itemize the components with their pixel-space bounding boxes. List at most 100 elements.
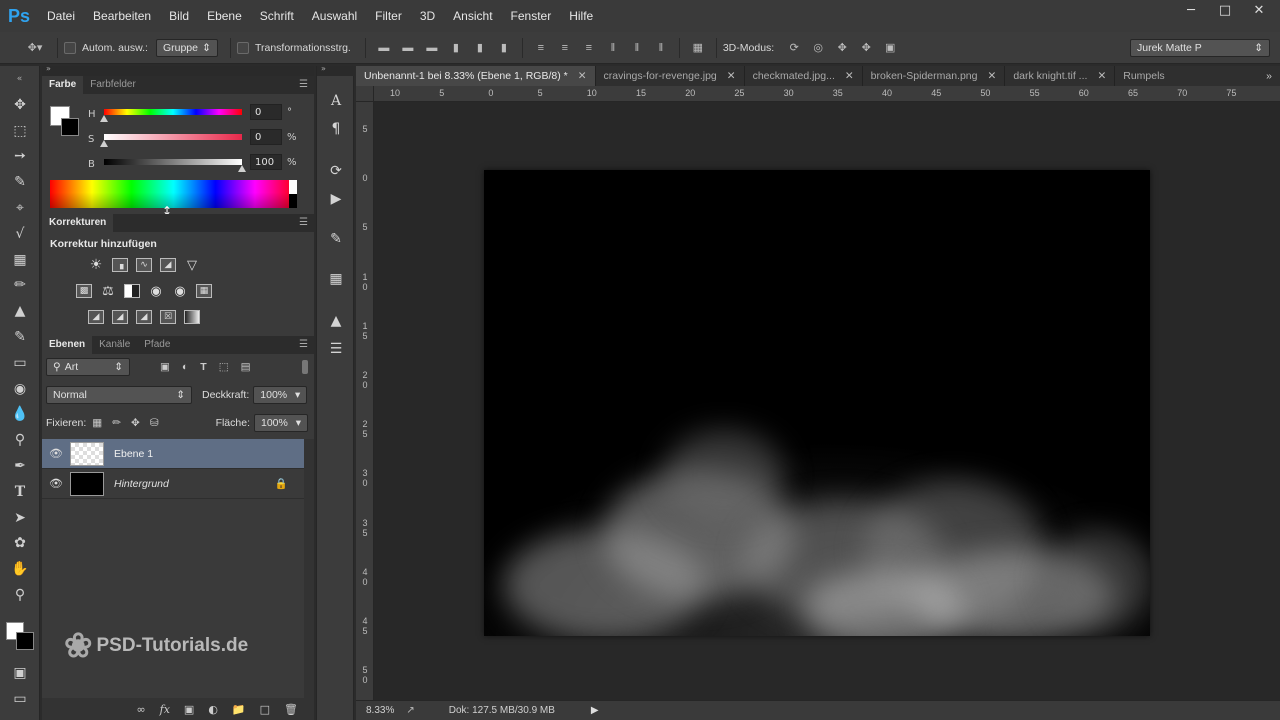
- layer-row[interactable]: 👁 Hintergrund 🔒: [42, 469, 304, 499]
- filter-pixel-icon[interactable]: ▣: [160, 361, 170, 373]
- brush-presets-icon[interactable]: ✎: [317, 226, 355, 252]
- menu-bearbeiten[interactable]: Bearbeiten: [84, 9, 160, 23]
- clone-stamp-tool-icon[interactable]: ▲: [0, 298, 40, 324]
- maximize-icon[interactable]: □: [1208, 0, 1242, 20]
- distribute-top-icon[interactable]: ≡: [532, 40, 550, 56]
- vibrance-icon[interactable]: ▽: [184, 258, 200, 273]
- vertical-ruler[interactable]: 505101520253035404550: [356, 102, 374, 700]
- link-layers-icon[interactable]: ∞: [136, 703, 145, 716]
- eyedropper-tool-icon[interactable]: √: [0, 221, 40, 247]
- tab-korrekturen[interactable]: Korrekturen: [42, 214, 114, 232]
- close-tab-icon[interactable]: ✕: [727, 70, 736, 82]
- document-canvas[interactable]: [484, 170, 1150, 636]
- color-panel-background[interactable]: [61, 118, 79, 136]
- distribute-hcenter-icon[interactable]: ‖: [628, 40, 646, 56]
- tab-farbe[interactable]: Farbe: [42, 76, 84, 94]
- doc-tab[interactable]: checkmated.jpg... ✕: [745, 66, 863, 86]
- hue-value[interactable]: 0: [250, 104, 282, 120]
- lock-transparency-icon[interactable]: ▦: [92, 417, 102, 429]
- invert-icon[interactable]: ◢: [88, 310, 104, 324]
- menu-schrift[interactable]: Schrift: [251, 9, 303, 23]
- move-tool-preset-icon[interactable]: ✥▾: [22, 40, 48, 56]
- new-layer-icon[interactable]: □: [260, 703, 270, 716]
- expand-panels-icon[interactable]: »: [321, 64, 326, 73]
- clone-source-icon[interactable]: ▲: [317, 308, 355, 334]
- black-white-ramp[interactable]: [289, 180, 297, 208]
- tab-ebenen[interactable]: Ebenen: [42, 336, 93, 354]
- type-tool-icon[interactable]: T: [0, 479, 40, 505]
- visibility-eye-icon[interactable]: 👁: [42, 477, 70, 490]
- align-top-icon[interactable]: ▬: [375, 40, 393, 56]
- 3d-roll-icon[interactable]: ◎: [809, 40, 827, 56]
- collapse-dock-icon[interactable]: »: [46, 64, 51, 73]
- properties-panel-icon[interactable]: ▦: [317, 266, 355, 292]
- distribute-right-icon[interactable]: ‖: [652, 40, 670, 56]
- ruler-origin[interactable]: [356, 86, 374, 102]
- threshold-icon[interactable]: ◢: [136, 310, 152, 324]
- saturation-slider[interactable]: [104, 134, 242, 140]
- panel-menu-icon[interactable]: ☰: [299, 217, 308, 228]
- brush-tool-icon[interactable]: ✏: [0, 273, 40, 299]
- collapse-toolbar-icon[interactable]: «: [0, 66, 39, 92]
- filter-shape-icon[interactable]: ⬚: [219, 361, 229, 373]
- brightness-slider-thumb[interactable]: [238, 165, 246, 172]
- background-color[interactable]: [16, 631, 34, 650]
- lasso-tool-icon[interactable]: ➙: [0, 144, 40, 170]
- tool-presets-icon[interactable]: ☰: [317, 336, 355, 362]
- distribute-bottom-icon[interactable]: ≡: [580, 40, 598, 56]
- hand-tool-icon[interactable]: ✋: [0, 556, 40, 582]
- lock-all-icon[interactable]: ⛁: [150, 417, 159, 429]
- menu-fenster[interactable]: Fenster: [502, 9, 561, 23]
- brightness-contrast-icon[interactable]: ☀: [88, 257, 104, 273]
- layer-name[interactable]: Hintergrund: [114, 478, 169, 490]
- 3d-scale-icon[interactable]: ▣: [881, 40, 899, 56]
- character-panel-icon[interactable]: A: [317, 88, 355, 114]
- selective-color-icon[interactable]: ☒: [160, 310, 176, 324]
- blur-tool-icon[interactable]: 💧: [0, 402, 40, 428]
- actions-panel-icon[interactable]: ▶: [317, 186, 355, 212]
- layer-style-icon[interactable]: fx: [160, 703, 170, 716]
- auto-select-dropdown[interactable]: Gruppe ⇕: [155, 38, 218, 57]
- paint-bucket-tool-icon[interactable]: ◉: [0, 376, 40, 402]
- history-panel-icon[interactable]: ⟳: [317, 158, 355, 184]
- align-right-icon[interactable]: ▮: [495, 40, 513, 56]
- visibility-eye-icon[interactable]: 👁: [42, 447, 70, 460]
- filter-type-icon[interactable]: T: [200, 361, 206, 373]
- menu-auswahl[interactable]: Auswahl: [303, 9, 366, 23]
- menu-filter[interactable]: Filter: [366, 9, 411, 23]
- dodge-tool-icon[interactable]: ⚲: [0, 427, 40, 453]
- quick-selection-tool-icon[interactable]: ✎: [0, 169, 40, 195]
- exposure-icon[interactable]: ◢: [160, 258, 176, 272]
- zoom-tool-icon[interactable]: ⚲: [0, 582, 40, 608]
- status-menu-arrow-icon[interactable]: ▶: [591, 705, 599, 716]
- screen-mode-icon[interactable]: ▭: [0, 686, 40, 712]
- transform-controls-checkbox[interactable]: [236, 41, 249, 54]
- auto-align-icon[interactable]: ▦: [689, 40, 707, 56]
- marquee-tool-icon[interactable]: ⬚: [0, 118, 40, 144]
- menu-ebene[interactable]: Ebene: [198, 9, 251, 23]
- gradient-map-icon[interactable]: [184, 310, 200, 324]
- lock-position-icon[interactable]: ✥: [131, 417, 140, 429]
- hue-slider[interactable]: [104, 109, 242, 115]
- color-lookup-icon[interactable]: ▦: [196, 284, 212, 298]
- doc-tab[interactable]: broken-Spiderman.png ✕: [863, 66, 1006, 86]
- layers-scrollbar[interactable]: [304, 439, 314, 699]
- tab-kanaele[interactable]: Kanäle: [92, 336, 137, 354]
- close-tab-icon[interactable]: ✕: [845, 70, 854, 82]
- layer-name[interactable]: Ebene 1: [114, 448, 153, 460]
- levels-icon[interactable]: ▗: [112, 258, 128, 272]
- panel-menu-icon[interactable]: ☰: [299, 79, 308, 90]
- close-icon[interactable]: ✕: [1242, 0, 1276, 20]
- color-spectrum[interactable]: [50, 180, 297, 208]
- opacity-field[interactable]: 100% ▾: [253, 386, 308, 404]
- distribute-vcenter-icon[interactable]: ≡: [556, 40, 574, 56]
- 3d-rotate-icon[interactable]: ⟳: [785, 40, 803, 56]
- curves-icon[interactable]: ∿: [136, 258, 152, 272]
- auto-select-checkbox[interactable]: [64, 41, 76, 54]
- history-brush-tool-icon[interactable]: ✎: [0, 324, 40, 350]
- horizontal-ruler[interactable]: 10 5 0 5 10 15 20 25 30 35 40 45 50 55 60 65 70 75: [374, 86, 1280, 102]
- workspace-dropdown[interactable]: Jurek Matte P ⇕: [1130, 38, 1270, 57]
- align-hcenter-icon[interactable]: ▮: [471, 40, 489, 56]
- doc-tab[interactable]: Rumpels: [1115, 66, 1172, 86]
- doc-tab[interactable]: Unbenannt-1 bei 8.33% (Ebene 1, RGB/8) *…: [356, 66, 596, 86]
